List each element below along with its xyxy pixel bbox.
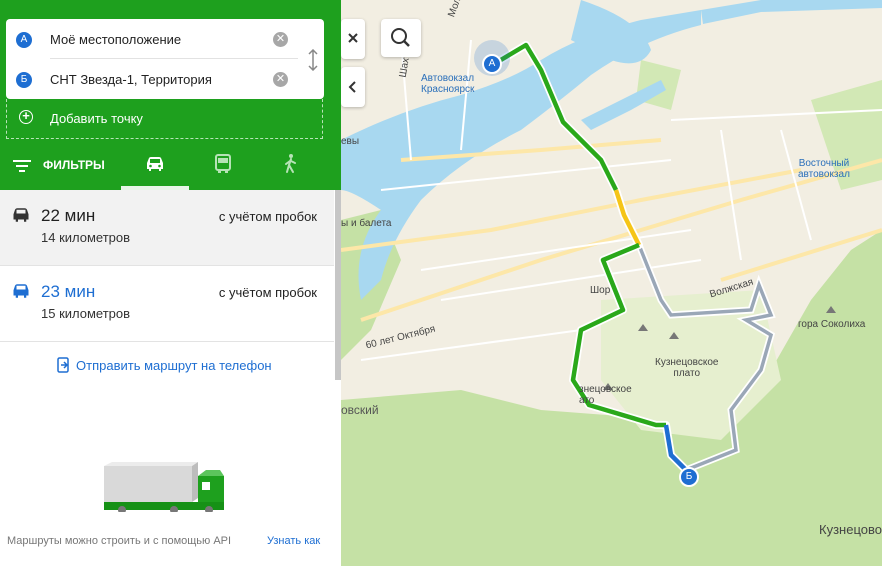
waypoint-a[interactable]: A Моё местоположение ✕ bbox=[6, 19, 324, 59]
waypoint-b-input[interactable]: СНТ Звезда-1, Территория bbox=[50, 72, 212, 87]
api-note: Маршруты можно строить и с помощью API bbox=[7, 535, 232, 547]
waypoint-b[interactable]: Б СНТ Звезда-1, Территория ✕ bbox=[6, 59, 324, 99]
map-label-sokoliha: гора Соколиха bbox=[798, 319, 866, 330]
route-distance: 14 километров bbox=[41, 230, 131, 245]
filters-label: ФИЛЬТРЫ bbox=[43, 158, 105, 172]
pedestrian-icon[interactable] bbox=[279, 152, 303, 176]
close-icon[interactable]: ✕ bbox=[273, 32, 288, 47]
route-panel: A Моё местоположение ✕ Б СНТ Звезда-1, Т… bbox=[0, 0, 341, 566]
phone-send-icon bbox=[57, 357, 69, 373]
close-route-panel-button[interactable] bbox=[341, 19, 365, 59]
bus-icon[interactable] bbox=[211, 152, 235, 176]
route-time: 23 мин bbox=[41, 282, 96, 301]
river bbox=[701, 0, 882, 24]
waypoints-box: A Моё местоположение ✕ Б СНТ Звезда-1, Т… bbox=[6, 19, 324, 99]
map-label-evy: евы bbox=[341, 136, 360, 147]
waypoint-b-badge: Б bbox=[16, 72, 32, 88]
chevron-left-icon bbox=[348, 81, 356, 93]
swap-icon[interactable] bbox=[306, 49, 320, 71]
car-icon bbox=[13, 284, 29, 298]
map-view[interactable]: А Б Автовокзал Красноярск Восточный авто… bbox=[341, 0, 882, 566]
close-icon[interactable]: ✕ bbox=[273, 72, 288, 87]
map-label-baleta: ы и балета bbox=[341, 218, 392, 229]
plus-circle-icon: + bbox=[19, 109, 33, 124]
map-label-kuznetsovskoe-plato: Кузнецовское плато bbox=[655, 357, 719, 379]
map-label-kuznetsovskoe-partial: знецовское ато bbox=[579, 384, 632, 406]
route-distance: 15 километров bbox=[41, 306, 131, 321]
route-panel-header: A Моё местоположение ✕ Б СНТ Звезда-1, Т… bbox=[0, 0, 341, 190]
collapse-panel-button[interactable] bbox=[341, 67, 365, 107]
route-traffic-note: с учётом пробок bbox=[218, 285, 317, 300]
search-icon bbox=[391, 28, 410, 47]
close-icon bbox=[348, 33, 358, 43]
map-label-ovsky: овский bbox=[341, 403, 379, 417]
waypoint-a-input[interactable]: Моё местоположение bbox=[50, 32, 181, 47]
marker-a-label: А bbox=[488, 58, 496, 69]
add-point-button[interactable]: + Добавить точку bbox=[6, 99, 323, 139]
filter-icon bbox=[13, 159, 31, 172]
map-label-vostochny: Восточный автовокзал bbox=[798, 158, 850, 180]
transport-modes: ФИЛЬТРЫ bbox=[0, 143, 341, 190]
route-option-2[interactable]: 23 мин с учётом пробок 15 километров bbox=[0, 266, 334, 342]
river bbox=[581, 80, 666, 130]
map-search-button[interactable] bbox=[381, 19, 421, 57]
learn-more-link[interactable]: Узнать как bbox=[267, 535, 320, 547]
map-label-kuznetsovo: Кузнецово bbox=[819, 522, 882, 537]
map-label-shor: Шор bbox=[590, 285, 611, 296]
marker-b-label: Б bbox=[685, 471, 693, 482]
car-icon[interactable] bbox=[143, 152, 167, 176]
add-point-label: Добавить точку bbox=[50, 111, 143, 126]
route-traffic-note: с учётом пробок bbox=[218, 209, 317, 224]
waypoint-a-badge: A bbox=[16, 32, 32, 48]
route-time: 22 мин bbox=[41, 206, 96, 225]
send-to-phone-label: Отправить маршрут на телефон bbox=[76, 358, 272, 373]
map-label-avtovokzal: Автовокзал Красноярск bbox=[421, 73, 475, 95]
filters-button[interactable]: ФИЛЬТРЫ bbox=[13, 158, 105, 172]
route-option-1[interactable]: 22 мин с учётом пробок 14 километров bbox=[0, 190, 334, 266]
send-to-phone-link[interactable]: Отправить маршрут на телефон bbox=[57, 357, 272, 373]
car-icon bbox=[13, 208, 29, 222]
truck-illustration bbox=[104, 462, 224, 512]
